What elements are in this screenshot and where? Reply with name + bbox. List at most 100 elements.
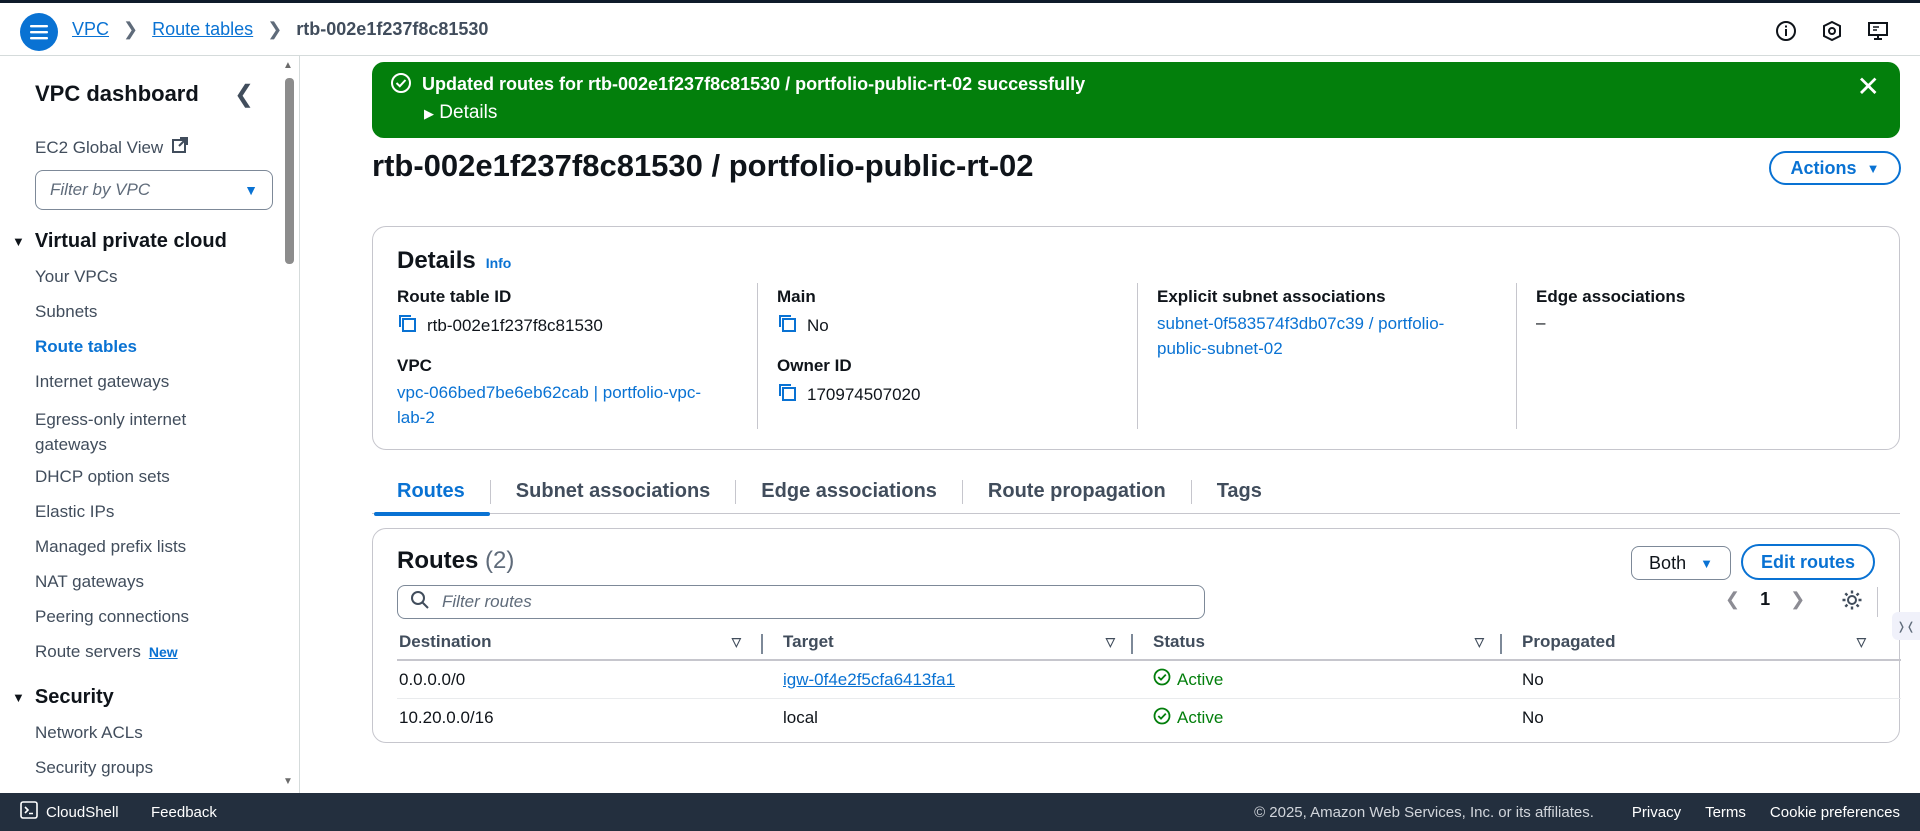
main-label: Main xyxy=(777,287,816,306)
chevron-right-icon: ❯ xyxy=(267,19,283,39)
scroll-down-icon[interactable]: ▼ xyxy=(283,776,293,787)
privacy-link[interactable]: Privacy xyxy=(1632,804,1681,821)
owner-id-value: 170974507020 xyxy=(777,382,1137,407)
actions-button[interactable]: Actions ▼ xyxy=(1769,151,1901,185)
cloudshell-button[interactable]: CloudShell xyxy=(20,801,119,823)
vpc-link[interactable]: vpc-066bed7be6eb62cab | portfolio-vpc- l… xyxy=(397,380,757,430)
sidebar-title: VPC dashboard xyxy=(35,81,199,106)
flash-details-label: Details xyxy=(439,102,498,123)
cell-target: igw-0f4e2f5cfa6413fa1 xyxy=(763,661,1133,698)
toolbar-divider xyxy=(1877,587,1878,617)
status-text: Active xyxy=(1177,669,1224,689)
actions-label: Actions xyxy=(1790,157,1857,178)
sidebar-item-dhcp-option-sets[interactable]: DHCP option sets xyxy=(35,467,170,487)
feedback-screen-icon[interactable] xyxy=(1866,19,1890,43)
info-icon[interactable] xyxy=(1774,19,1798,43)
breadcrumb-vpc[interactable]: VPC xyxy=(72,19,109,40)
close-icon[interactable]: ✕ xyxy=(1857,70,1880,103)
caret-down-icon: ▼ xyxy=(1866,160,1880,176)
sort-caret-icon: ▽ xyxy=(1105,635,1115,649)
sidebar-item-route-servers[interactable]: Route servers New xyxy=(35,642,178,662)
cookie-preferences-link[interactable]: Cookie preferences xyxy=(1770,804,1900,821)
owner-id-text: 170974507020 xyxy=(807,384,921,404)
filter-by-vpc-select[interactable]: Filter by VPC ▼ xyxy=(35,170,273,210)
sidebar-item-security-groups[interactable]: Security groups xyxy=(35,758,153,778)
sidebar-item-route-tables[interactable]: Route tables xyxy=(35,337,137,357)
column-header-destination[interactable]: Destination ▽ xyxy=(397,625,763,659)
section-title: Virtual private cloud xyxy=(34,230,227,252)
column-header-propagated[interactable]: Propagated ▽ xyxy=(1502,625,1872,659)
feedback-link[interactable]: Feedback xyxy=(151,804,217,821)
search-icon xyxy=(410,590,430,615)
details-column-2: Main No Owner ID 170974507020 xyxy=(777,287,1137,407)
table-header-row: Destination ▽ Target ▽ Status ▽ Propagated ▽ xyxy=(397,625,1901,661)
section-security[interactable]: ▼ Security xyxy=(12,686,114,709)
tab-routes[interactable]: Routes xyxy=(372,470,490,516)
copy-icon[interactable] xyxy=(777,382,797,407)
sidebar-item-nat-gateways[interactable]: NAT gateways xyxy=(35,572,144,592)
details-title: Details Info xyxy=(397,247,511,275)
tab-subnet-associations[interactable]: Subnet associations xyxy=(491,470,736,514)
sidebar-item-egress-only-internet-gateways[interactable]: Egress-only internet gateways xyxy=(35,407,235,457)
tab-bar: Routes Subnet associations Edge associat… xyxy=(372,470,1900,516)
copyright-text: © 2025, Amazon Web Services, Inc. or its… xyxy=(1254,803,1594,821)
side-panel-toggle-icon[interactable]: ❭❬ xyxy=(1892,612,1920,640)
caret-down-icon: ▼ xyxy=(12,690,25,705)
target-link[interactable]: igw-0f4e2f5cfa6413fa1 xyxy=(783,670,955,690)
cloudshell-label: CloudShell xyxy=(46,803,119,821)
subnet-association-link[interactable]: subnet-0f583574f3db07c39 / portfolio- pu… xyxy=(1157,311,1517,361)
route-table-id-text: rtb-002e1f237f8c81530 xyxy=(427,315,603,335)
status-badge: Active xyxy=(1153,668,1223,691)
menu-icon[interactable] xyxy=(20,13,58,51)
sidebar-item-internet-gateways[interactable]: Internet gateways xyxy=(35,372,169,392)
sort-caret-icon: ▽ xyxy=(1856,635,1866,649)
filter-routes-input[interactable]: Filter routes xyxy=(397,585,1205,619)
sidebar-item-peering-connections[interactable]: Peering connections xyxy=(35,607,189,627)
page-title: rtb-002e1f237f8c81530 / portfolio-public… xyxy=(372,148,1034,183)
tab-edge-associations[interactable]: Edge associations xyxy=(736,470,962,514)
routes-title: Routes (2) xyxy=(397,547,514,575)
sort-caret-icon: ▽ xyxy=(731,635,741,649)
sidebar-item-elastic-ips[interactable]: Elastic IPs xyxy=(35,502,114,522)
current-page[interactable]: 1 xyxy=(1760,589,1770,610)
caret-down-icon: ▼ xyxy=(12,234,25,249)
filter-vpc-placeholder: Filter by VPC xyxy=(50,180,151,199)
breadcrumb-route-tables[interactable]: Route tables xyxy=(152,19,253,40)
column-divider xyxy=(757,283,758,429)
success-flash-banner: Updated routes for rtb-002e1f237f8c81530… xyxy=(372,62,1900,138)
gear-icon[interactable] xyxy=(1841,589,1863,616)
sidebar-scrollbar-thumb[interactable] xyxy=(285,78,294,264)
column-label: Status xyxy=(1153,632,1205,651)
sidebar-item-your-vpcs[interactable]: Your VPCs xyxy=(35,267,118,287)
edit-routes-button[interactable]: Edit routes xyxy=(1741,544,1875,580)
sidebar-item-subnets[interactable]: Subnets xyxy=(35,302,97,322)
tab-route-propagation[interactable]: Route propagation xyxy=(963,470,1191,514)
sidebar-item-managed-prefix-lists[interactable]: Managed prefix lists xyxy=(35,537,186,557)
section-virtual-private-cloud[interactable]: ▼ Virtual private cloud xyxy=(12,230,227,253)
terms-link[interactable]: Terms xyxy=(1705,804,1746,821)
tab-tags[interactable]: Tags xyxy=(1192,470,1287,514)
edge-associations-label: Edge associations xyxy=(1536,287,1686,306)
info-link[interactable]: Info xyxy=(486,255,512,271)
scroll-up-icon[interactable]: ▲ xyxy=(283,60,293,71)
sidebar-item-ec2-global-view[interactable]: EC2 Global View xyxy=(35,136,189,159)
column-header-target[interactable]: Target ▽ xyxy=(763,625,1133,659)
sidebar-item-network-acls[interactable]: Network ACLs xyxy=(35,723,143,743)
collapse-sidebar-icon[interactable]: ❮ xyxy=(234,80,254,109)
routes-count: (2) xyxy=(485,547,515,574)
cell-status: Active xyxy=(1133,699,1502,737)
chevron-left-icon[interactable]: ❮ xyxy=(1725,589,1740,610)
chevron-right-icon[interactable]: ❯ xyxy=(1790,589,1805,610)
security-shield-icon[interactable] xyxy=(1820,19,1844,43)
column-label: Target xyxy=(783,632,834,651)
route-table-id-value: rtb-002e1f237f8c81530 xyxy=(397,313,757,338)
copy-icon[interactable] xyxy=(777,313,797,338)
caret-down-icon: ▼ xyxy=(244,182,258,198)
filter-routes-placeholder: Filter routes xyxy=(442,592,532,611)
top-navigation-bar: VPC ❯ Route tables ❯ rtb-002e1f237f8c815… xyxy=(0,0,1920,56)
column-label: Destination xyxy=(399,632,492,651)
column-header-status[interactable]: Status ▽ xyxy=(1133,625,1502,659)
flash-details-toggle[interactable]: ▶ Details xyxy=(424,102,497,124)
route-filter-select[interactable]: Both ▼ xyxy=(1631,546,1731,580)
copy-icon[interactable] xyxy=(397,313,417,338)
